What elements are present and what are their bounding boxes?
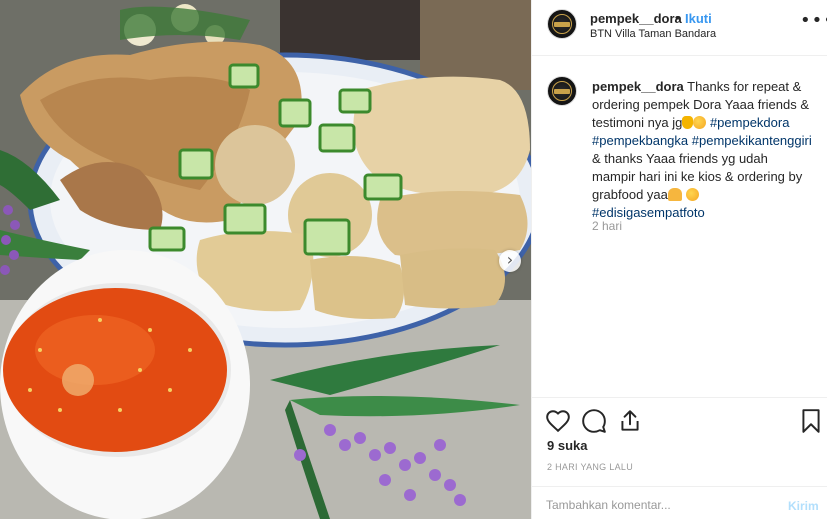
hashtag-link[interactable]: #pempekdora — [710, 115, 790, 130]
share-icon[interactable] — [617, 408, 643, 434]
food-photo-illustration — [0, 0, 531, 519]
more-options-icon[interactable]: ••• — [800, 12, 827, 32]
hashtag-link[interactable]: #edisigasempatfoto — [592, 205, 705, 220]
caption-timestamp: 2 hari — [592, 219, 623, 233]
hashtag-link[interactable]: #pempekbangka — [592, 133, 688, 148]
caption-username[interactable]: pempek__dora — [592, 79, 684, 94]
comment-icon[interactable] — [581, 408, 607, 434]
pray-emoji-icon — [667, 188, 682, 201]
avatar-logo-bar — [554, 22, 570, 27]
likes-count[interactable]: 9 suka — [547, 438, 587, 453]
comment-row: Kirim — [532, 486, 827, 519]
post-details-panel: pempek__dora • Ikuti BTN Villa Taman Ban… — [531, 0, 827, 519]
location-link[interactable]: BTN Villa Taman Bandara — [590, 28, 716, 40]
avatar-logo-bar — [554, 89, 570, 94]
ok-hand-emoji-icon — [682, 116, 694, 129]
like-heart-icon[interactable] — [545, 408, 571, 434]
caption-text: pempek__dora Thanks for repeat & orderin… — [592, 78, 814, 222]
post-comment-button[interactable]: Kirim — [788, 499, 819, 513]
post-header: pempek__dora • Ikuti BTN Villa Taman Ban… — [532, 0, 827, 56]
smile-emoji-icon — [685, 188, 699, 201]
hashtag-link[interactable]: #pempekikantenggiri — [692, 133, 812, 148]
post-photo[interactable]: › — [0, 0, 531, 519]
save-bookmark-icon[interactable] — [798, 408, 824, 434]
avatar[interactable] — [547, 9, 577, 39]
header-username[interactable]: pempek__dora — [590, 11, 682, 26]
caption-area: pempek__dora Thanks for repeat & orderin… — [532, 57, 827, 397]
smile-emoji-icon — [693, 116, 707, 129]
post-date: 2 HARI YANG LALU — [547, 462, 633, 472]
comment-input[interactable] — [546, 495, 766, 515]
follow-button[interactable]: Ikuti — [685, 11, 712, 26]
header-separator: • — [675, 10, 680, 25]
post-actions: 9 suka 2 HARI YANG LALU Kirim — [532, 397, 827, 519]
caption-avatar[interactable] — [547, 76, 577, 106]
next-photo-icon[interactable]: › — [499, 250, 521, 272]
